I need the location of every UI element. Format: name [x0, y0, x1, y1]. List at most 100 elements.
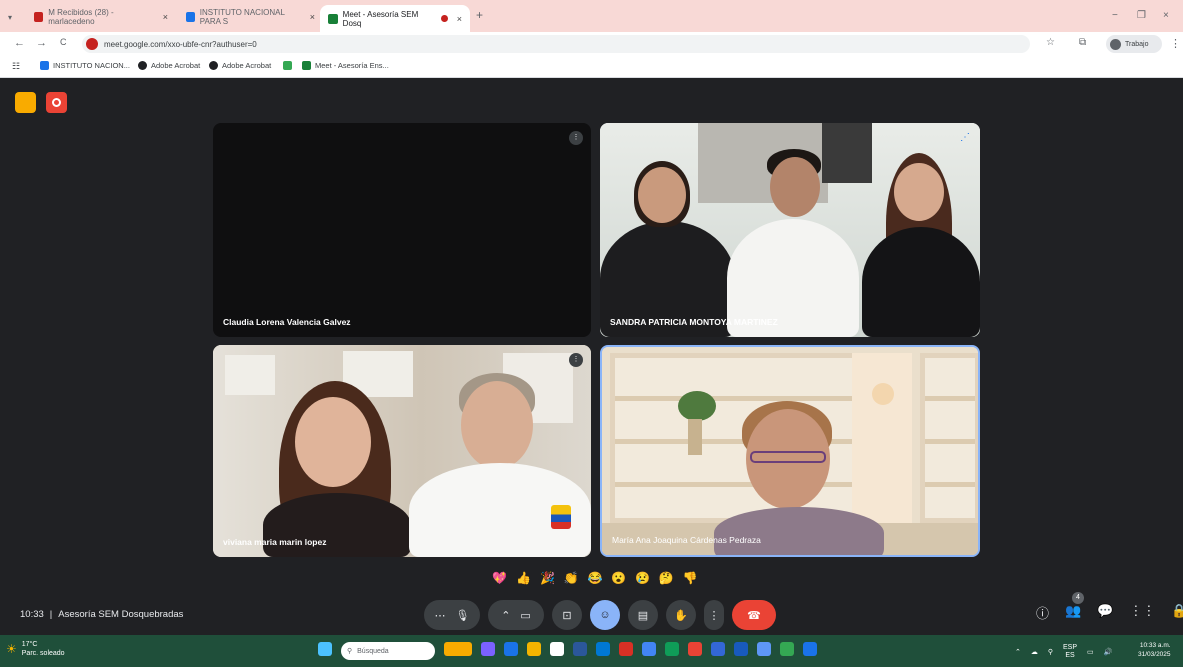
heart-reaction-button[interactable]: 💖 — [492, 571, 507, 585]
widget-icon[interactable] — [444, 642, 472, 656]
restore-button[interactable]: ❐ — [1137, 10, 1146, 21]
wall-paper — [225, 355, 275, 395]
thumbs-up-reaction-button[interactable]: 👍 — [516, 571, 531, 585]
activities-button[interactable]: ⋮⋮ — [1129, 603, 1155, 622]
microphone-icon[interactable]: 🎙 — [456, 609, 470, 622]
meeting-info: 10:33 | Asesoría SEM Dosquebradas — [20, 609, 183, 620]
mic-control[interactable]: ⋯ 🎙 — [424, 600, 480, 630]
app-icon[interactable] — [734, 642, 748, 656]
more-options-button[interactable]: ⋮ — [704, 600, 724, 630]
taskbar-clock[interactable]: 10:33 a.m. 31/03/2025 — [1138, 641, 1171, 659]
tray-app-icon[interactable]: ☁ — [1031, 648, 1038, 656]
address-bar[interactable]: meet.google.com/xxo-ubfe-cnr?authuser=0 — [82, 35, 1030, 53]
tray-overflow-icon[interactable]: ⌃ — [1015, 648, 1021, 656]
language-indicator[interactable]: ESP ES — [1063, 644, 1077, 660]
app-icon[interactable] — [642, 642, 656, 656]
person-body — [862, 227, 980, 337]
taskbar-search[interactable]: ⚲ Búsqueda — [341, 642, 435, 660]
profile-button[interactable]: Trabajo — [1106, 35, 1162, 53]
host-controls-icon[interactable] — [15, 92, 36, 113]
outlook-icon[interactable] — [596, 642, 610, 656]
host-controls-button[interactable]: 🔒 — [1171, 603, 1183, 622]
participant-tile[interactable]: ⋮ Claudia Lorena Valencia Galvez — [213, 123, 591, 337]
clock-date: 31/03/2025 — [1138, 651, 1171, 658]
meeting-details-button[interactable]: ⓘ — [1036, 603, 1049, 622]
close-tab-icon[interactable]: × — [163, 12, 168, 22]
tab-gmail[interactable]: M Recibidos (28) - marlacedeno × — [26, 6, 176, 28]
close-tab-icon[interactable]: × — [310, 12, 315, 22]
camera-options-icon[interactable]: ⌃ — [501, 609, 510, 622]
minimize-button[interactable]: − — [1112, 10, 1118, 21]
sad-reaction-button[interactable]: 😢 — [635, 571, 650, 585]
start-icon[interactable] — [318, 642, 332, 656]
mic-options-icon[interactable]: ⋯ — [435, 609, 446, 622]
camera-icon[interactable]: ▭ — [520, 609, 530, 622]
bookmark-item[interactable] — [283, 61, 292, 70]
app-icon[interactable] — [573, 642, 587, 656]
bookmark-item[interactable]: Meet - Asesoría Ens... — [302, 61, 389, 70]
lamp — [872, 383, 894, 405]
language-sub: ES — [1065, 652, 1075, 659]
store-icon[interactable] — [550, 642, 564, 656]
clap-reaction-button[interactable]: 👏 — [564, 571, 579, 585]
person-face — [894, 163, 944, 221]
weather-widget[interactable]: ☀ 17°C Parc. soleado — [6, 640, 65, 658]
browser-menu-icon[interactable]: ⋮ — [1170, 37, 1181, 50]
tray-app-icon[interactable]: ⚲ — [1048, 648, 1053, 656]
thumbs-down-reaction-button[interactable]: 👎 — [683, 571, 698, 585]
tab-list-button[interactable]: ▾ — [0, 6, 16, 28]
volume-icon[interactable]: 🔊 — [1104, 648, 1113, 656]
bookmark-item[interactable]: Adobe Acrobat — [138, 61, 200, 70]
chrome-icon[interactable] — [688, 642, 702, 656]
bookmark-item[interactable]: Adobe Acrobat — [209, 61, 271, 70]
avatar — [1110, 38, 1121, 50]
app-icon[interactable] — [757, 642, 771, 656]
forward-button[interactable]: → — [36, 37, 47, 49]
bookmark-item[interactable]: INSTITUTO NACION... — [40, 61, 130, 70]
thinking-reaction-button[interactable]: 🤔 — [659, 571, 674, 585]
participant-tile[interactable]: María Ana Joaquina Cárdenas Pedraza — [600, 345, 980, 557]
party-reaction-button[interactable]: 🎉 — [540, 571, 555, 585]
recording-indicator-icon[interactable] — [46, 92, 67, 113]
present-screen-button[interactable]: ⊡ — [552, 600, 582, 630]
taskbar-apps — [318, 642, 332, 656]
tab-meet[interactable]: Meet - Asesoría SEM Dosq × — [320, 5, 470, 32]
end-call-button[interactable]: ☎ — [732, 600, 776, 630]
tab-instituto[interactable]: INSTITUTO NACIONAL PARA S × — [178, 6, 323, 28]
search-placeholder: Búsqueda — [357, 647, 389, 655]
chat-button[interactable]: 💬 — [1097, 603, 1113, 622]
app-icon[interactable] — [803, 642, 817, 656]
back-button[interactable]: ← — [14, 37, 25, 49]
app-icon[interactable] — [481, 642, 495, 656]
new-tab-button[interactable]: + — [476, 8, 483, 22]
apps-grid-icon[interactable]: ☷ — [12, 61, 20, 72]
app-icon[interactable] — [780, 642, 794, 656]
send-reaction-button[interactable]: ☺ — [590, 600, 620, 630]
reload-button[interactable]: C — [60, 37, 67, 47]
surprised-reaction-button[interactable]: 😮 — [611, 571, 626, 585]
people-button[interactable]: 👥 — [1065, 603, 1081, 622]
laugh-reaction-button[interactable]: 😂 — [587, 571, 602, 585]
raise-hand-button[interactable]: ✋ — [666, 600, 696, 630]
participant-tile[interactable]: ⋰ SANDRA PATRICIA MONTOYA MARTINEZ — [600, 123, 980, 337]
app-icon[interactable] — [504, 642, 518, 656]
participant-tile[interactable]: ⋮ viviana maria marin lopez — [213, 345, 591, 557]
network-icon[interactable]: ▭ — [1087, 648, 1094, 656]
app-icon[interactable] — [711, 642, 725, 656]
file-explorer-icon[interactable] — [527, 642, 541, 656]
school-emblem — [551, 505, 571, 529]
vase — [688, 419, 702, 455]
site-info-icon[interactable] — [86, 38, 98, 50]
extensions-icon[interactable]: ⧉ — [1079, 37, 1086, 48]
plant — [678, 391, 716, 421]
captions-button[interactable]: ▤ — [628, 600, 658, 630]
reactions-bar: 💖 👍 🎉 👏 😂 😮 😢 🤔 👎 — [488, 568, 702, 588]
close-tab-icon[interactable]: × — [457, 14, 462, 24]
app-icon[interactable] — [619, 642, 633, 656]
app-icon[interactable] — [665, 642, 679, 656]
speaker-shape — [822, 123, 872, 183]
camera-control[interactable]: ⌃ ▭ — [488, 600, 544, 630]
close-window-button[interactable]: × — [1163, 10, 1169, 21]
language-code: ESP — [1063, 644, 1078, 651]
bookmark-star-icon[interactable]: ☆ — [1046, 37, 1055, 48]
